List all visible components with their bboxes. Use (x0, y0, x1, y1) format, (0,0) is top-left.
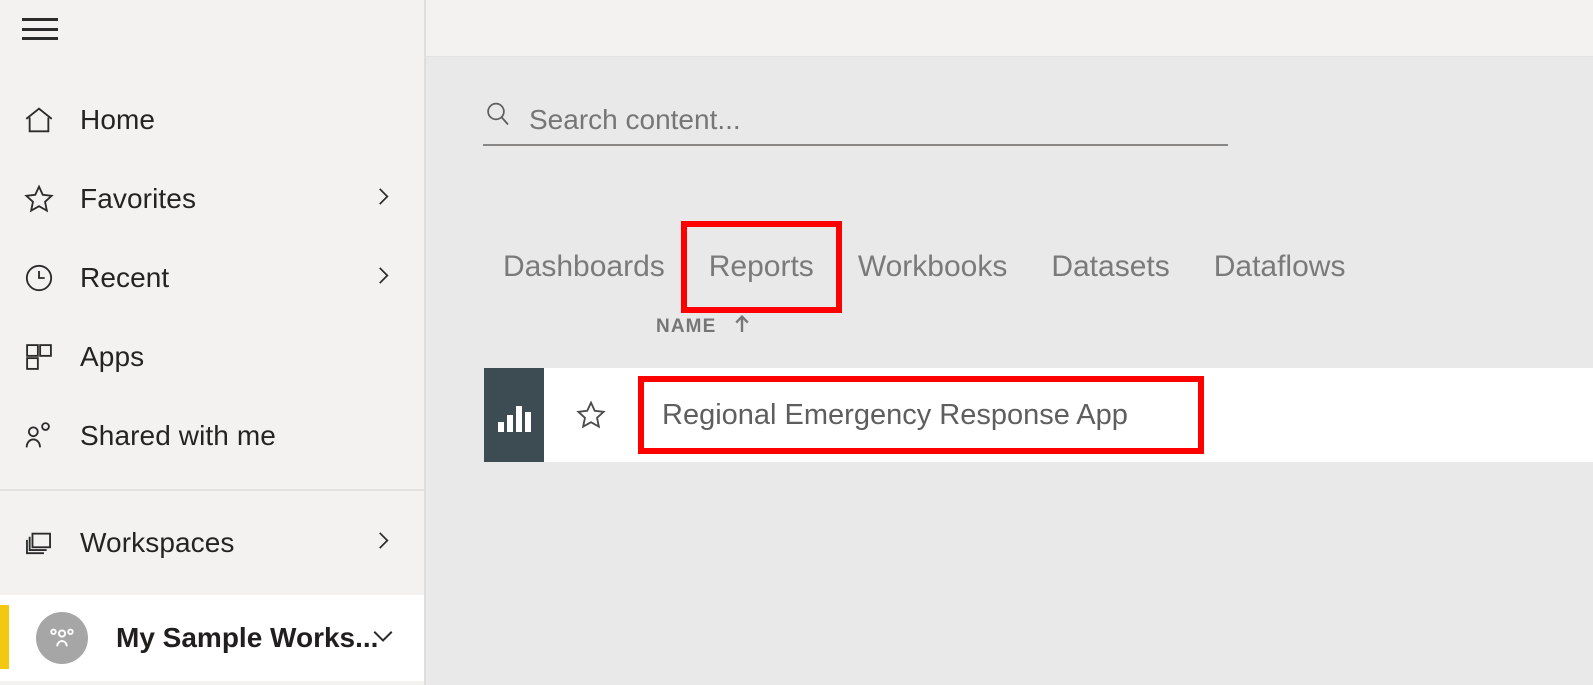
thumb-bar-1 (497, 422, 504, 432)
chevron-right-icon[interactable] (370, 262, 396, 293)
tab-label: Datasets (1051, 250, 1170, 283)
sidebar-item-apps[interactable]: Apps (0, 317, 424, 396)
sidebar-item-workspaces[interactable]: Workspaces (0, 491, 424, 595)
main-content-area: Dashboards Reports Workbooks Datasets Da… (426, 0, 1593, 685)
home-icon (22, 103, 64, 137)
sidebar-nav-group: Home Favorites Recent Apps Shared with m… (0, 58, 424, 475)
workspace-avatar (36, 612, 88, 664)
people-share-icon (22, 419, 64, 453)
report-name-highlight-box: Regional Emergency Response App (638, 376, 1204, 454)
hamburger-line-1 (22, 18, 58, 21)
menu-hamburger-icon[interactable] (22, 18, 58, 40)
search-input[interactable] (529, 104, 1189, 136)
thumb-bar-4 (524, 412, 531, 432)
sidebar-item-label: Apps (80, 340, 145, 372)
star-icon (22, 182, 64, 216)
chevron-down-icon[interactable] (368, 621, 398, 656)
stacked-windows-icon (22, 526, 64, 560)
tab-label: Dataflows (1213, 250, 1346, 283)
sidebar-item-label: Favorites (80, 182, 197, 214)
chevron-right-icon[interactable] (370, 528, 396, 559)
workspace-content: Dashboards Reports Workbooks Datasets Da… (426, 57, 1593, 685)
star-outline-icon[interactable] (544, 398, 638, 432)
sidebar-item-label: Workspaces (80, 527, 235, 558)
sidebar-item-favorites[interactable]: Favorites (0, 159, 424, 238)
selected-accent-bar (0, 605, 9, 669)
sidebar-item-label: Shared with me (80, 419, 276, 451)
sidebar-item-selected-workspace[interactable]: My Sample Works... (0, 595, 424, 681)
tab-reports[interactable]: Reports (680, 221, 842, 313)
sidebar-header (0, 0, 424, 58)
sidebar-item-shared-with-me[interactable]: Shared with me (0, 396, 424, 475)
sidebar-item-home[interactable]: Home (0, 80, 424, 159)
tab-datasets[interactable]: Datasets (1029, 227, 1191, 307)
left-navigation-sidebar: Home Favorites Recent Apps Shared with m… (0, 0, 426, 685)
tab-label: Workbooks (857, 250, 1008, 283)
table-row[interactable]: Regional Emergency Response App (484, 368, 1593, 462)
column-header-label: NAME (656, 315, 717, 337)
report-name-link[interactable]: Regional Emergency Response App (662, 399, 1128, 432)
hamburger-line-2 (22, 27, 58, 31)
search-icon (483, 99, 513, 134)
sidebar-item-recent[interactable]: Recent (0, 238, 424, 317)
apps-grid-icon (22, 340, 64, 374)
arrow-up-icon (730, 312, 754, 341)
sidebar-item-label: Recent (80, 261, 170, 293)
top-header-bar (426, 0, 1593, 57)
report-thumbnail-bars (497, 406, 531, 432)
selected-workspace-label: My Sample Works... (116, 622, 379, 653)
thumb-bar-3 (515, 406, 522, 432)
hamburger-line-3 (22, 37, 58, 40)
search-bar[interactable] (483, 99, 1228, 146)
chevron-right-icon[interactable] (370, 183, 396, 214)
clock-icon (22, 261, 64, 295)
sidebar-item-label: Home (80, 103, 156, 135)
power-bi-workspace-page: Home Favorites Recent Apps Shared with m… (0, 0, 1593, 685)
tab-dataflows[interactable]: Dataflows (1192, 227, 1368, 307)
tab-label: Reports (708, 250, 814, 283)
thumb-bar-2 (506, 415, 513, 432)
bar-chart-report-icon (484, 368, 544, 462)
tab-label: Dashboards (503, 250, 665, 283)
content-type-tabs: Dashboards Reports Workbooks Datasets Da… (481, 221, 1368, 313)
tab-dashboards[interactable]: Dashboards (481, 227, 687, 307)
tab-workbooks[interactable]: Workbooks (836, 227, 1030, 307)
list-column-header-name[interactable]: NAME (656, 312, 754, 341)
